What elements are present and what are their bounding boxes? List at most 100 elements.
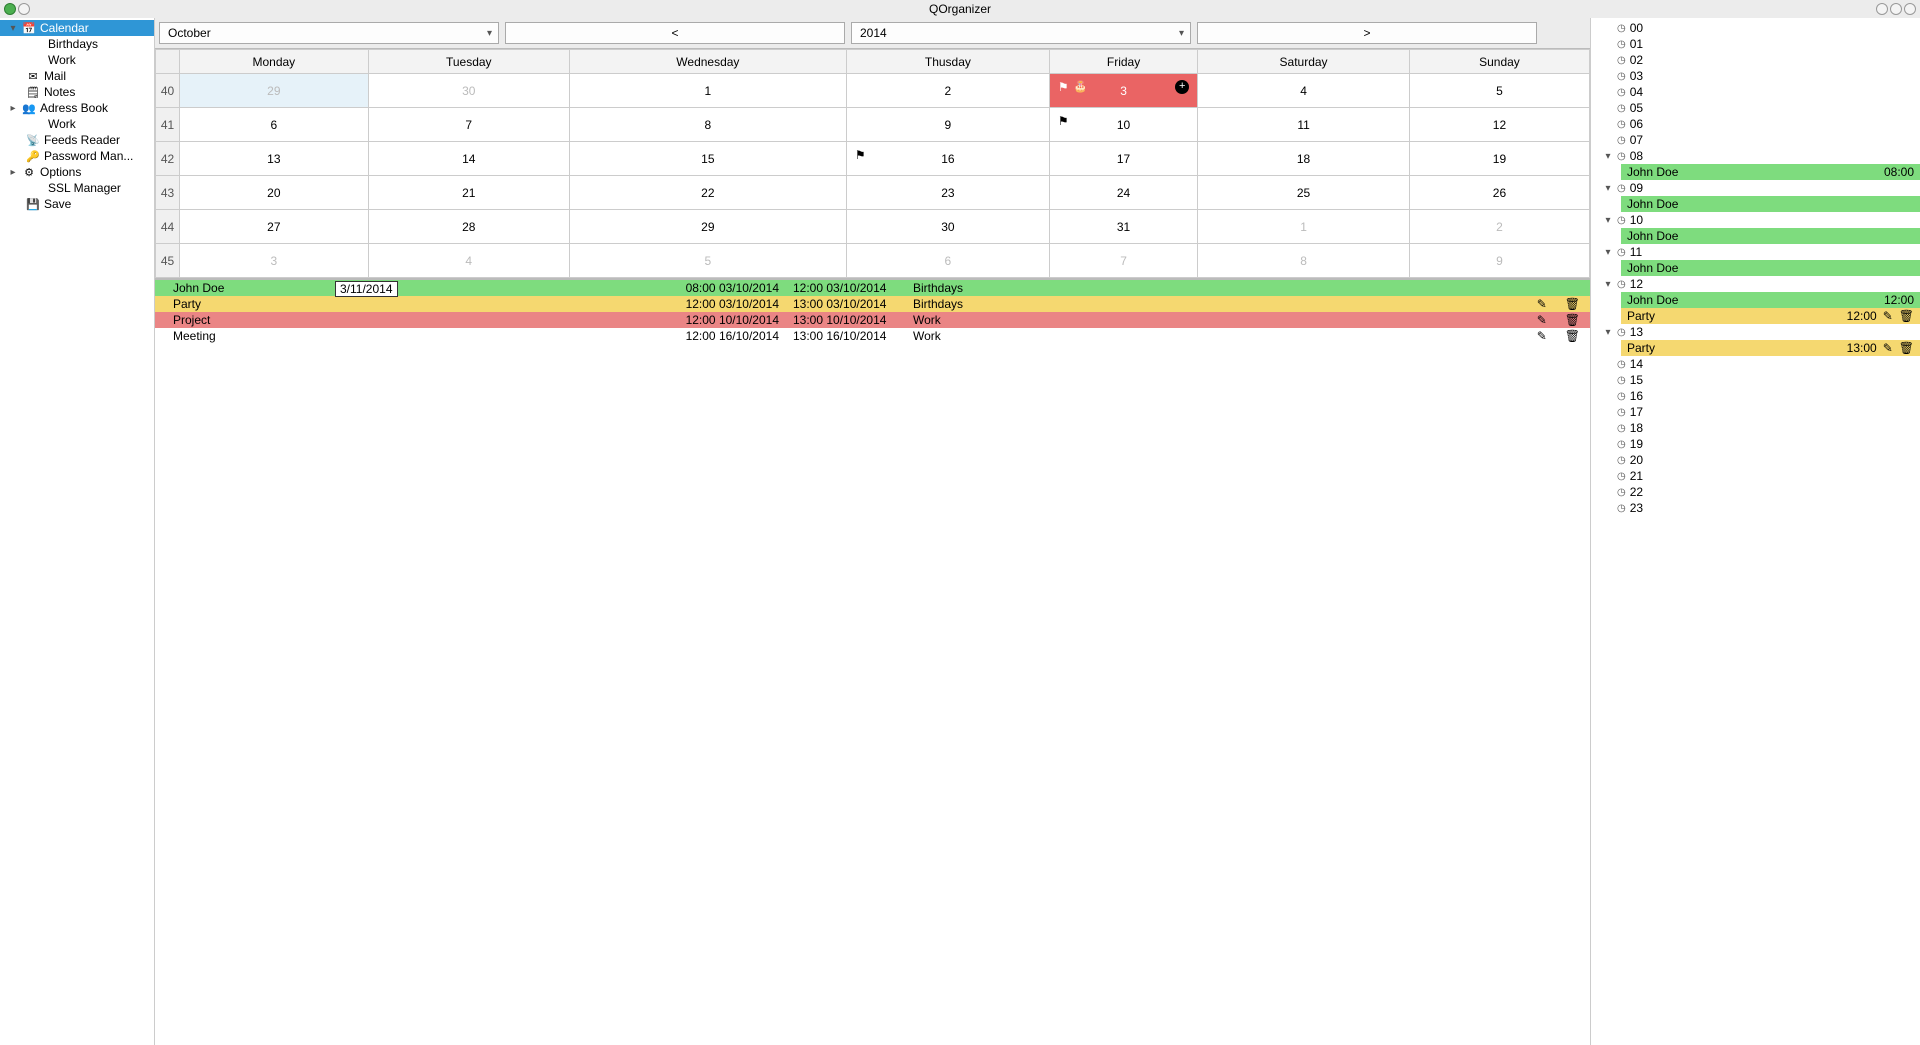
hour-event[interactable]: Party12:00✎🗑 (1621, 308, 1920, 324)
month-select[interactable]: October ▾ (159, 22, 499, 44)
hour-event[interactable]: John Doe (1621, 196, 1920, 212)
minimize-icon[interactable] (1876, 3, 1888, 15)
window-btn-a[interactable] (18, 3, 30, 15)
hour-row[interactable]: ◷22 (1591, 484, 1920, 500)
hour-row[interactable]: ◷02 (1591, 52, 1920, 68)
calendar-cell[interactable]: 11 (1198, 108, 1410, 142)
delete-icon[interactable]: 🗑 (1565, 297, 1580, 311)
add-event-button[interactable]: + (1175, 80, 1189, 94)
calendar-cell[interactable]: 1 (569, 74, 846, 108)
expander-icon[interactable]: ▾ (1603, 247, 1613, 258)
hour-row[interactable]: ◷14 (1591, 356, 1920, 372)
calendar-cell[interactable]: 4 (1198, 74, 1410, 108)
calendar-cell[interactable]: 15 (569, 142, 846, 176)
calendar-cell[interactable]: 1 (1198, 210, 1410, 244)
hour-row[interactable]: ▾◷12 (1591, 276, 1920, 292)
calendar-cell[interactable]: 5 (569, 244, 846, 278)
hour-row[interactable]: ▾◷09 (1591, 180, 1920, 196)
calendar-cell[interactable]: 2 (846, 74, 1049, 108)
hour-row[interactable]: ◷03 (1591, 68, 1920, 84)
next-button[interactable]: > (1197, 22, 1537, 44)
sidebar-item-calendar[interactable]: ▾📅Calendar (0, 20, 154, 36)
event-row[interactable]: Meeting12:00 16/10/201413:00 16/10/2014W… (155, 328, 1590, 344)
calendar-cell[interactable]: ⚑16 (846, 142, 1049, 176)
maximize-icon[interactable] (1890, 3, 1902, 15)
sidebar-item-work[interactable]: Work (0, 52, 154, 68)
expander-icon[interactable]: ▾ (1603, 327, 1613, 338)
calendar-cell[interactable]: 31 (1049, 210, 1197, 244)
delete-icon[interactable]: 🗑 (1565, 329, 1580, 343)
hour-row[interactable]: ◷16 (1591, 388, 1920, 404)
calendar-cell[interactable]: 9 (846, 108, 1049, 142)
calendar-cell[interactable]: 30 (368, 74, 569, 108)
calendar-cell[interactable]: 20 (180, 176, 369, 210)
calendar-cell[interactable]: 13 (180, 142, 369, 176)
hour-row[interactable]: ◷15 (1591, 372, 1920, 388)
calendar-cell[interactable]: ⚑10 (1049, 108, 1197, 142)
calendar-cell[interactable]: 27 (180, 210, 369, 244)
event-row[interactable]: Project12:00 10/10/201413:00 10/10/2014W… (155, 312, 1590, 328)
calendar-cell[interactable]: 24 (1049, 176, 1197, 210)
calendar-cell[interactable]: 6 (180, 108, 369, 142)
delete-icon[interactable]: 🗑 (1565, 313, 1580, 327)
calendar-cell[interactable]: ⚑🎂+3 (1049, 74, 1197, 108)
calendar-cell[interactable]: 28 (368, 210, 569, 244)
calendar-cell[interactable]: 29 (180, 74, 369, 108)
calendar-cell[interactable]: 8 (1198, 244, 1410, 278)
hour-row[interactable]: ◷05 (1591, 100, 1920, 116)
calendar-cell[interactable]: 2 (1409, 210, 1589, 244)
calendar-cell[interactable]: 26 (1409, 176, 1589, 210)
hour-row[interactable]: ◷01 (1591, 36, 1920, 52)
calendar-cell[interactable]: 23 (846, 176, 1049, 210)
expander-icon[interactable]: ▾ (1603, 151, 1613, 162)
expander-icon[interactable]: ▾ (1603, 279, 1613, 290)
expander-icon[interactable]: ▸ (8, 103, 18, 114)
prev-button[interactable]: < (505, 22, 845, 44)
year-select[interactable]: 2014 ▾ (851, 22, 1191, 44)
sidebar-item-options[interactable]: ▸⚙Options (0, 164, 154, 180)
calendar-cell[interactable]: 6 (846, 244, 1049, 278)
hour-row[interactable]: ◷17 (1591, 404, 1920, 420)
hour-row[interactable]: ◷00 (1591, 20, 1920, 36)
hour-row[interactable]: ▾◷11 (1591, 244, 1920, 260)
calendar-cell[interactable]: 30 (846, 210, 1049, 244)
calendar-cell[interactable]: 7 (1049, 244, 1197, 278)
sidebar-item-mail[interactable]: ✉Mail (0, 68, 154, 84)
hour-row[interactable]: ▾◷13 (1591, 324, 1920, 340)
calendar-cell[interactable]: 3 (180, 244, 369, 278)
delete-icon[interactable]: 🗑 (1899, 341, 1914, 355)
hour-row[interactable]: ◷19 (1591, 436, 1920, 452)
expander-icon[interactable]: ▾ (8, 23, 18, 34)
sidebar-item-birthdays[interactable]: Birthdays (0, 36, 154, 52)
sidebar-item-password-man-[interactable]: 🔑Password Man... (0, 148, 154, 164)
calendar-cell[interactable]: 8 (569, 108, 846, 142)
expander-icon[interactable]: ▸ (8, 167, 18, 178)
edit-icon[interactable]: ✎ (1883, 341, 1893, 355)
hour-row[interactable]: ▾◷10 (1591, 212, 1920, 228)
hour-row[interactable]: ◷23 (1591, 500, 1920, 516)
edit-icon[interactable]: ✎ (1537, 297, 1547, 311)
expander-icon[interactable]: ▾ (1603, 183, 1613, 194)
calendar-cell[interactable]: 18 (1198, 142, 1410, 176)
hour-row[interactable]: ◷18 (1591, 420, 1920, 436)
hour-event[interactable]: John Doe08:00 (1621, 164, 1920, 180)
hour-event[interactable]: John Doe12:00 (1621, 292, 1920, 308)
sidebar-item-notes[interactable]: 🗒Notes (0, 84, 154, 100)
event-date-box[interactable]: 3/11/2014 (335, 281, 398, 297)
edit-icon[interactable]: ✎ (1883, 309, 1893, 323)
hour-event[interactable]: John Doe (1621, 260, 1920, 276)
sidebar-item-ssl-manager[interactable]: SSL Manager (0, 180, 154, 196)
event-row[interactable]: Party12:00 03/10/201413:00 03/10/2014Bir… (155, 296, 1590, 312)
sidebar-item-adress-book[interactable]: ▸👥Adress Book (0, 100, 154, 116)
delete-icon[interactable]: 🗑 (1899, 309, 1914, 323)
hour-row[interactable]: ◷20 (1591, 452, 1920, 468)
hour-event[interactable]: Party13:00✎🗑 (1621, 340, 1920, 356)
calendar-cell[interactable]: 29 (569, 210, 846, 244)
close-icon[interactable] (1904, 3, 1916, 15)
calendar-cell[interactable]: 17 (1049, 142, 1197, 176)
calendar-cell[interactable]: 5 (1409, 74, 1589, 108)
hour-row[interactable]: ◷21 (1591, 468, 1920, 484)
hour-row[interactable]: ◷04 (1591, 84, 1920, 100)
sidebar-item-save[interactable]: 💾Save (0, 196, 154, 212)
hour-row[interactable]: ▾◷08 (1591, 148, 1920, 164)
